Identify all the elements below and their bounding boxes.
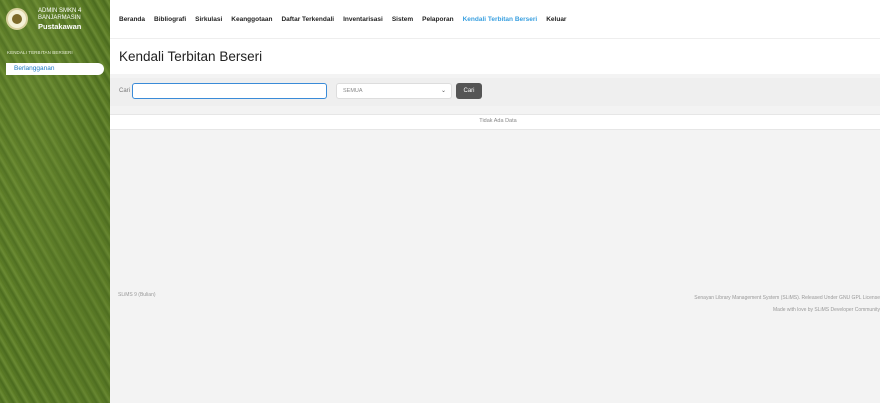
page-title: Kendali Terbitan Berseri xyxy=(119,49,263,64)
sidebar-section-label: KENDALI TERBITAN BERSERI xyxy=(7,50,73,55)
nav-inventarisasi[interactable]: Inventarisasi xyxy=(343,16,383,23)
footer-credits: Senayan Library Management System (SLiMS… xyxy=(694,292,880,316)
sidebar-item-berlangganan[interactable]: Berlangganan xyxy=(6,63,104,75)
nav-daftar-terkendali[interactable]: Daftar Terkendali xyxy=(281,16,334,23)
search-button[interactable]: Cari xyxy=(456,83,482,99)
search-input[interactable] xyxy=(132,83,327,99)
brand-role: Pustakawan xyxy=(38,21,82,31)
nav-sistem[interactable]: Sistem xyxy=(392,16,413,23)
nav-keluar[interactable]: Keluar xyxy=(546,16,566,23)
search-field-select[interactable]: SEMUA ⌄ xyxy=(336,83,452,99)
search-field-value: SEMUA xyxy=(343,88,363,94)
brand-block[interactable]: ADMIN SMKN 4 BANJARMASIN Pustakawan xyxy=(0,0,110,38)
nav-pelaporan[interactable]: Pelaporan xyxy=(422,16,453,23)
nav-bibliografi[interactable]: Bibliografi xyxy=(154,16,186,23)
nav-beranda[interactable]: Beranda xyxy=(119,16,145,23)
footer-credit-line-1[interactable]: Senayan Library Management System (SLiMS… xyxy=(694,292,880,304)
empty-message: Tidak Ada Data xyxy=(479,118,517,124)
results-table: Tidak Ada Data xyxy=(110,114,880,130)
search-bar: Cari SEMUA ⌄ Cari xyxy=(110,78,880,106)
nav-kendali-terbitan-berseri[interactable]: Kendali Terbitan Berseri xyxy=(463,16,538,23)
nav-keanggotaan[interactable]: Keanggotaan xyxy=(231,16,272,23)
top-navigation: Beranda Bibliografi Sirkulasi Keanggotaa… xyxy=(110,0,880,38)
chevron-down-icon: ⌄ xyxy=(440,88,446,94)
footer-credit-line-2[interactable]: Made with love by SLiMS Developer Commun… xyxy=(694,304,880,316)
brand-text: ADMIN SMKN 4 BANJARMASIN Pustakawan xyxy=(38,8,81,31)
brand-line-2: BANJARMASIN xyxy=(38,14,81,21)
sidebar: ADMIN SMKN 4 BANJARMASIN Pustakawan KEND… xyxy=(0,0,110,403)
brand-line-1: ADMIN SMKN 4 xyxy=(38,7,82,14)
page-header: Kendali Terbitan Berseri xyxy=(110,38,880,74)
search-label: Cari xyxy=(119,88,131,94)
footer-version: SLiMS 9 (Bulian) xyxy=(118,292,156,298)
nav-sirkulasi[interactable]: Sirkulasi xyxy=(195,16,222,23)
school-logo xyxy=(6,8,28,30)
